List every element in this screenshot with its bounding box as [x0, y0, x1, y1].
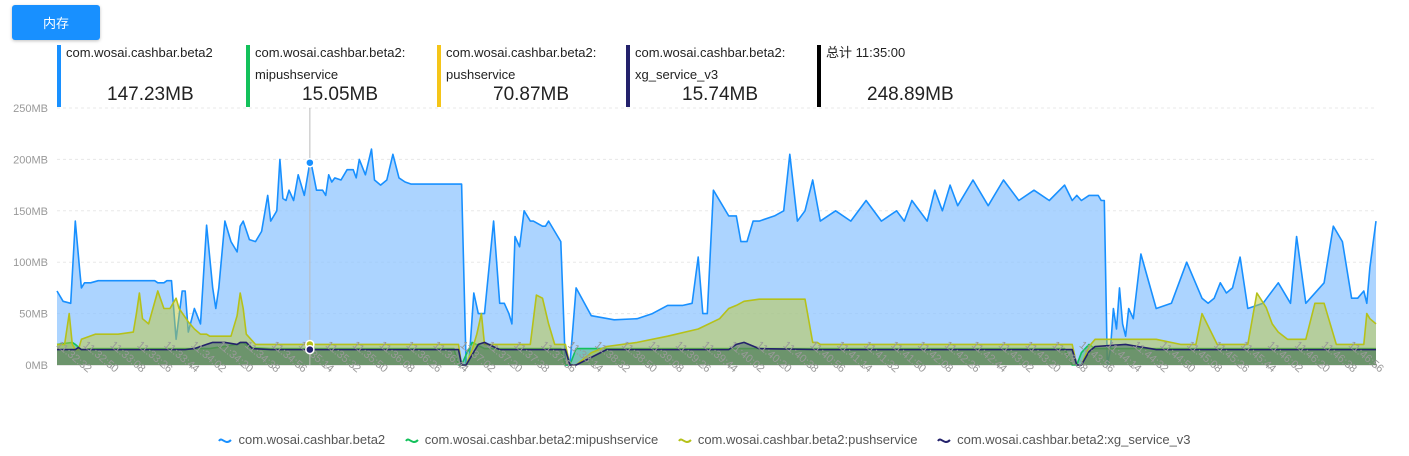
y-tick-label: 100MB	[13, 257, 48, 269]
legend-swatch-icon	[218, 438, 233, 443]
y-tick-label: 50MB	[19, 309, 48, 321]
legend-label: com.wosai.cashbar.beta2:pushservice	[697, 432, 918, 447]
legend-item-xg[interactable]: com.wosai.cashbar.beta2:xg_service_v3	[937, 432, 1191, 447]
legend-item-mipush[interactable]: com.wosai.cashbar.beta2:mipushservice	[404, 432, 659, 447]
chart-legend: com.wosai.cashbar.beta2 com.wosai.cashba…	[0, 432, 1409, 447]
hover-point	[305, 157, 315, 168]
legend-item-main[interactable]: com.wosai.cashbar.beta2	[218, 432, 385, 447]
memory-chart[interactable]: 0MB50MB100MB150MB200MB250MB11:32:3211:32…	[0, 0, 1409, 430]
legend-label: com.wosai.cashbar.beta2	[238, 432, 386, 447]
hover-point	[305, 344, 315, 355]
y-tick-label: 250MB	[13, 103, 48, 115]
y-tick-label: 150MB	[13, 206, 48, 218]
legend-item-push[interactable]: com.wosai.cashbar.beta2:pushservice	[677, 432, 918, 447]
legend-label: com.wosai.cashbar.beta2:xg_service_v3	[957, 432, 1191, 447]
legend-swatch-icon	[937, 438, 951, 443]
legend-label: com.wosai.cashbar.beta2:mipushservice	[424, 432, 659, 447]
y-tick-label: 0MB	[25, 360, 48, 372]
y-tick-label: 200MB	[13, 154, 48, 166]
legend-swatch-icon	[677, 438, 692, 443]
legend-swatch-icon	[404, 438, 419, 443]
